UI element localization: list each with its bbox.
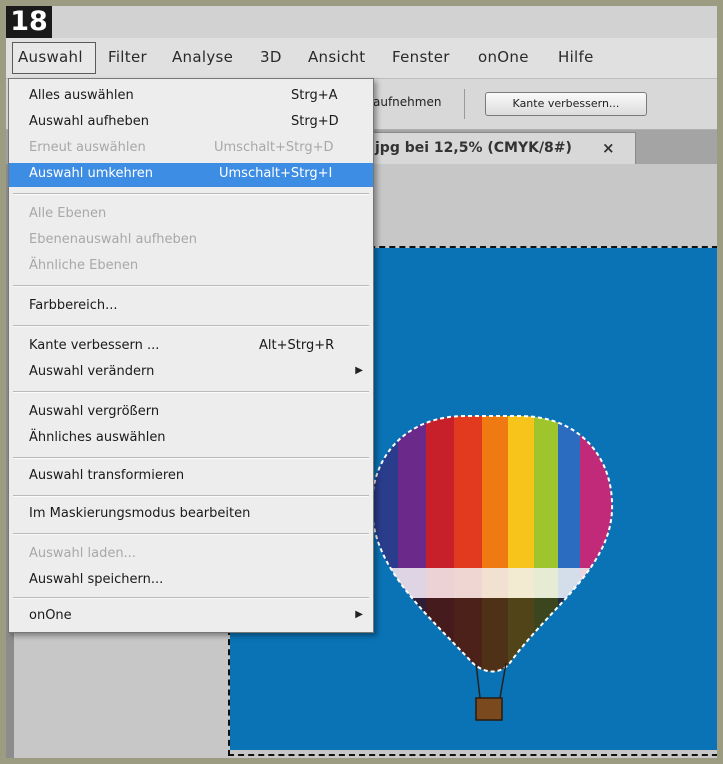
menu-3d[interactable]: 3D — [260, 48, 282, 66]
menu-separator — [13, 325, 369, 327]
menu-item-transform[interactable]: Auswahl transformieren — [9, 465, 373, 489]
menu-item-select-all[interactable]: Alles auswählen Strg+A — [9, 85, 373, 109]
submenu-arrow-icon: ▶ — [355, 365, 363, 376]
menu-item-deselect-layers: Ebenenauswahl aufheben — [29, 232, 198, 247]
menu-bar: Auswahl Filter Analyse 3D Ansicht Fenste… — [6, 38, 717, 79]
menu-separator — [13, 495, 369, 497]
menu-item-grow[interactable]: Auswahl vergrößern — [9, 401, 373, 425]
menu-item-similar[interactable]: Ähnliches auswählen — [9, 427, 373, 451]
menu-auswahl[interactable]: Auswahl — [18, 48, 83, 66]
document-tab[interactable]: jpg bei 12,5% (CMYK/8#) × — [366, 132, 636, 165]
menu-onone[interactable]: onOne — [478, 48, 529, 66]
menu-item-color-range[interactable]: Farbbereich... — [9, 295, 373, 319]
menu-item-save-selection[interactable]: Auswahl speichern... — [9, 569, 373, 593]
menu-item-onone[interactable]: onOne ▶ — [9, 605, 373, 629]
menu-ansicht[interactable]: Ansicht — [308, 48, 366, 66]
menu-analyse[interactable]: Analyse — [172, 48, 233, 66]
refine-edge-button[interactable]: Kante verbessern... — [485, 92, 647, 116]
menu-separator — [13, 193, 369, 195]
menu-fenster[interactable]: Fenster — [392, 48, 450, 66]
menu-hilfe[interactable]: Hilfe — [558, 48, 594, 66]
menu-separator — [13, 285, 369, 287]
submenu-arrow-icon: ▶ — [355, 609, 363, 620]
menu-separator — [13, 391, 369, 393]
document-tab-title: jpg bei 12,5% (CMYK/8#) — [375, 140, 572, 156]
options-label: aufnehmen — [373, 95, 442, 109]
options-divider — [464, 89, 465, 119]
menu-item-reselect: Erneut auswählen Umschalt+Strg+D — [29, 140, 334, 155]
menu-separator — [13, 597, 369, 599]
auswahl-menu-dropdown: Alles auswählen Strg+A Auswahl aufheben … — [8, 78, 374, 633]
menu-filter[interactable]: Filter — [108, 48, 147, 66]
screenshot-frame: 18 Auswahl Filter Analyse 3D Ansicht Fen… — [6, 6, 717, 758]
menu-item-deselect[interactable]: Auswahl aufheben Strg+D — [9, 111, 373, 135]
close-icon[interactable]: × — [602, 139, 615, 157]
menu-item-similar-layers: Ähnliche Ebenen — [29, 258, 139, 273]
menu-separator — [13, 533, 369, 535]
menu-item-load-selection: Auswahl laden... — [29, 546, 136, 561]
menu-item-modify[interactable]: Auswahl verändern ▶ — [9, 361, 373, 385]
menu-item-quick-mask[interactable]: Im Maskierungsmodus bearbeiten — [9, 503, 373, 527]
menu-item-all-layers: Alle Ebenen — [29, 206, 107, 221]
menu-separator — [13, 457, 369, 459]
step-number-badge: 18 — [6, 6, 52, 38]
menu-item-inverse[interactable]: Auswahl umkehren Umschalt+Strg+I — [9, 163, 373, 187]
menu-item-refine-edge[interactable]: Kante verbessern ... Alt+Strg+R — [9, 335, 373, 359]
